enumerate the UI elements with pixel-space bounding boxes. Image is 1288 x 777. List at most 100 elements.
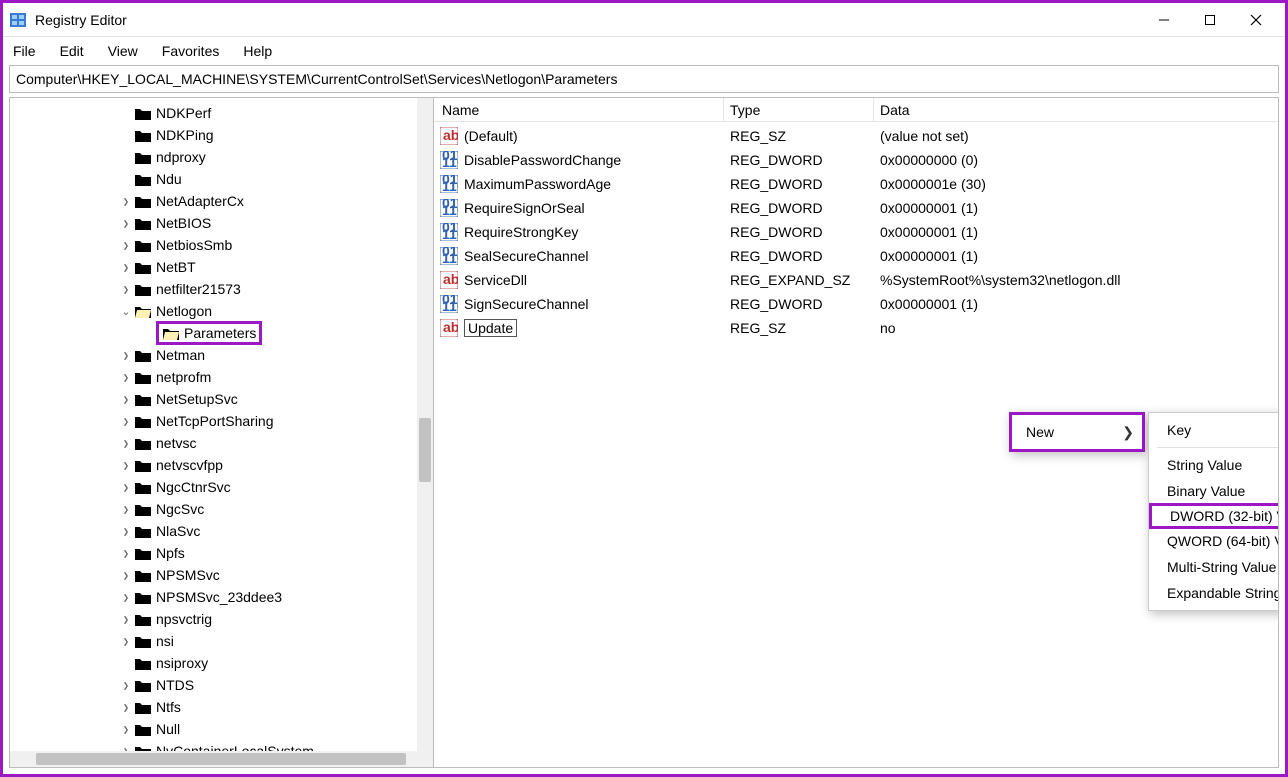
context-item-binary-value[interactable]: Binary Value xyxy=(1149,478,1278,504)
tree-node-label: nsi xyxy=(156,633,174,649)
expander-icon[interactable]: ❯ xyxy=(120,548,131,557)
expander-icon[interactable]: ⌄ xyxy=(118,305,134,318)
context-item-expandable-string-value[interactable]: Expandable String Value xyxy=(1149,580,1278,606)
value-row[interactable]: ServiceDllREG_EXPAND_SZ%SystemRoot%\syst… xyxy=(434,268,1278,292)
tree-node-netvsc[interactable]: ❯netvsc xyxy=(10,432,433,454)
expander-icon[interactable]: ❯ xyxy=(120,702,131,711)
folder-icon xyxy=(134,545,152,561)
expander-icon[interactable]: ❯ xyxy=(120,526,131,535)
value-row[interactable]: SealSecureChannelREG_DWORD0x00000001 (1) xyxy=(434,244,1278,268)
tree-node-netman[interactable]: ❯Netman xyxy=(10,344,433,366)
tree-node-label: Npfs xyxy=(156,545,185,561)
expander-icon[interactable]: ❯ xyxy=(120,614,131,623)
expander-icon[interactable]: ❯ xyxy=(120,218,131,227)
folder-icon xyxy=(134,149,152,165)
tree-node-parameters[interactable]: Parameters xyxy=(10,322,433,344)
expander-icon[interactable]: ❯ xyxy=(120,592,131,601)
expander-icon[interactable]: ❯ xyxy=(120,636,131,645)
value-row[interactable]: DisablePasswordChangeREG_DWORD0x00000000… xyxy=(434,148,1278,172)
tree-node-ngcctnrsvc[interactable]: ❯NgcCtnrSvc xyxy=(10,476,433,498)
tree-node-ndkping[interactable]: NDKPing xyxy=(10,124,433,146)
tree-node-nlasvc[interactable]: ❯NlaSvc xyxy=(10,520,433,542)
address-bar[interactable]: Computer\HKEY_LOCAL_MACHINE\SYSTEM\Curre… xyxy=(9,65,1279,93)
expander-icon[interactable]: ❯ xyxy=(120,350,131,359)
tree-node-netprofm[interactable]: ❯netprofm xyxy=(10,366,433,388)
maximize-button[interactable] xyxy=(1187,4,1233,36)
menu-file[interactable]: File xyxy=(13,43,36,59)
value-row[interactable]: UpdateREG_SZno xyxy=(434,316,1278,340)
value-row[interactable]: RequireStrongKeyREG_DWORD0x00000001 (1) xyxy=(434,220,1278,244)
column-type[interactable]: Type xyxy=(724,98,874,121)
value-row[interactable]: RequireSignOrSealREG_DWORD0x00000001 (1) xyxy=(434,196,1278,220)
context-item-string-value[interactable]: String Value xyxy=(1149,452,1278,478)
tree-node-npsvctrig[interactable]: ❯npsvctrig xyxy=(10,608,433,630)
expander-icon[interactable]: ❯ xyxy=(120,284,131,293)
context-item-key[interactable]: Key xyxy=(1149,417,1278,443)
column-name[interactable]: Name xyxy=(434,98,724,121)
expander-icon[interactable]: ❯ xyxy=(120,460,131,469)
tree-node-nsiproxy[interactable]: nsiproxy xyxy=(10,652,433,674)
tree-node-nsi[interactable]: ❯ nsi xyxy=(10,630,433,652)
tree-node-npsmsvc_23ddee3[interactable]: ❯NPSMSvc_23ddee3 xyxy=(10,586,433,608)
value-row[interactable]: MaximumPasswordAgeREG_DWORD0x0000001e (3… xyxy=(434,172,1278,196)
value-row[interactable]: SignSecureChannelREG_DWORD0x00000001 (1) xyxy=(434,292,1278,316)
tree-node-null[interactable]: ❯Null xyxy=(10,718,433,740)
tree-node-ntds[interactable]: ❯NTDS xyxy=(10,674,433,696)
menu-help[interactable]: Help xyxy=(243,43,272,59)
tree-node-label: NetBT xyxy=(156,259,196,275)
tree-node-npfs[interactable]: ❯ Npfs xyxy=(10,542,433,564)
tree-vertical-scrollbar[interactable] xyxy=(417,98,433,751)
tree-node-nvcontainerlocalsystem[interactable]: ❯NvContainerLocalSystem xyxy=(10,740,433,751)
folder-icon xyxy=(134,413,152,429)
tree-node-nettcpportsharing[interactable]: ❯NetTcpPortSharing xyxy=(10,410,433,432)
registry-tree[interactable]: NDKPerfNDKPingndproxyNdu❯NetAdapterCx❯Ne… xyxy=(10,98,433,751)
tree-horizontal-scrollbar[interactable] xyxy=(10,751,433,767)
values-list[interactable]: (Default)REG_SZ(value not set)DisablePas… xyxy=(434,122,1278,340)
tree-node-ndu[interactable]: Ndu xyxy=(10,168,433,190)
close-button[interactable] xyxy=(1233,4,1279,36)
column-data[interactable]: Data xyxy=(874,98,1278,121)
tree-node-ndkperf[interactable]: NDKPerf xyxy=(10,102,433,124)
tree-node-netbios[interactable]: ❯NetBIOS xyxy=(10,212,433,234)
context-item-qword-64-bit-value[interactable]: QWORD (64-bit) Value xyxy=(1149,528,1278,554)
tree-node-label: NetSetupSvc xyxy=(156,391,238,407)
tree-node-netvscvfpp[interactable]: ❯netvscvfpp xyxy=(10,454,433,476)
expander-icon[interactable]: ❯ xyxy=(120,482,131,491)
tree-node-netadaptercx[interactable]: ❯NetAdapterCx xyxy=(10,190,433,212)
tree-node-netbiossmb[interactable]: ❯NetbiosSmb xyxy=(10,234,433,256)
tree-node-ndproxy[interactable]: ndproxy xyxy=(10,146,433,168)
tree-node-label: Ntfs xyxy=(156,699,181,715)
expander-icon[interactable]: ❯ xyxy=(120,394,131,403)
expander-icon[interactable]: ❯ xyxy=(120,372,131,381)
expander-icon[interactable]: ❯ xyxy=(120,416,131,425)
folder-icon xyxy=(134,237,152,253)
expander-icon[interactable]: ❯ xyxy=(120,504,131,513)
expander-icon[interactable]: ❯ xyxy=(120,240,131,249)
minimize-button[interactable] xyxy=(1141,4,1187,36)
value-name[interactable]: Update xyxy=(464,319,517,337)
context-menu-new[interactable]: New ❯ xyxy=(1009,412,1145,452)
tree-node-ntfs[interactable]: ❯ Ntfs xyxy=(10,696,433,718)
tree-node-netbt[interactable]: ❯ NetBT xyxy=(10,256,433,278)
tree-node-npsmsvc[interactable]: ❯NPSMSvc xyxy=(10,564,433,586)
expander-icon[interactable]: ❯ xyxy=(120,680,131,689)
expander-icon[interactable]: ❯ xyxy=(120,570,131,579)
tree-node-netlogon[interactable]: ⌄Netlogon xyxy=(10,300,433,322)
expander-icon[interactable]: ❯ xyxy=(120,262,131,271)
context-item-new[interactable]: New ❯ xyxy=(1012,419,1142,445)
menu-favorites[interactable]: Favorites xyxy=(162,43,220,59)
expander-icon[interactable]: ❯ xyxy=(120,724,131,733)
expander-icon[interactable]: ❯ xyxy=(120,196,131,205)
menu-view[interactable]: View xyxy=(108,43,138,59)
string-value-icon xyxy=(440,127,458,145)
tree-node-netsetupsvc[interactable]: ❯ NetSetupSvc xyxy=(10,388,433,410)
value-row[interactable]: (Default)REG_SZ(value not set) xyxy=(434,124,1278,148)
context-item-dword-32-bit-value[interactable]: DWORD (32-bit) Value xyxy=(1149,503,1278,529)
expander-icon[interactable]: ❯ xyxy=(120,438,131,447)
context-submenu-new[interactable]: Key String ValueBinary ValueDWORD (32-bit… xyxy=(1148,412,1278,611)
menu-edit[interactable]: Edit xyxy=(60,43,84,59)
context-item-multi-string-value[interactable]: Multi-String Value xyxy=(1149,554,1278,580)
folder-icon xyxy=(134,677,152,693)
tree-node-netfilter21573[interactable]: ❯netfilter21573 xyxy=(10,278,433,300)
tree-node-ngcsvc[interactable]: ❯NgcSvc xyxy=(10,498,433,520)
